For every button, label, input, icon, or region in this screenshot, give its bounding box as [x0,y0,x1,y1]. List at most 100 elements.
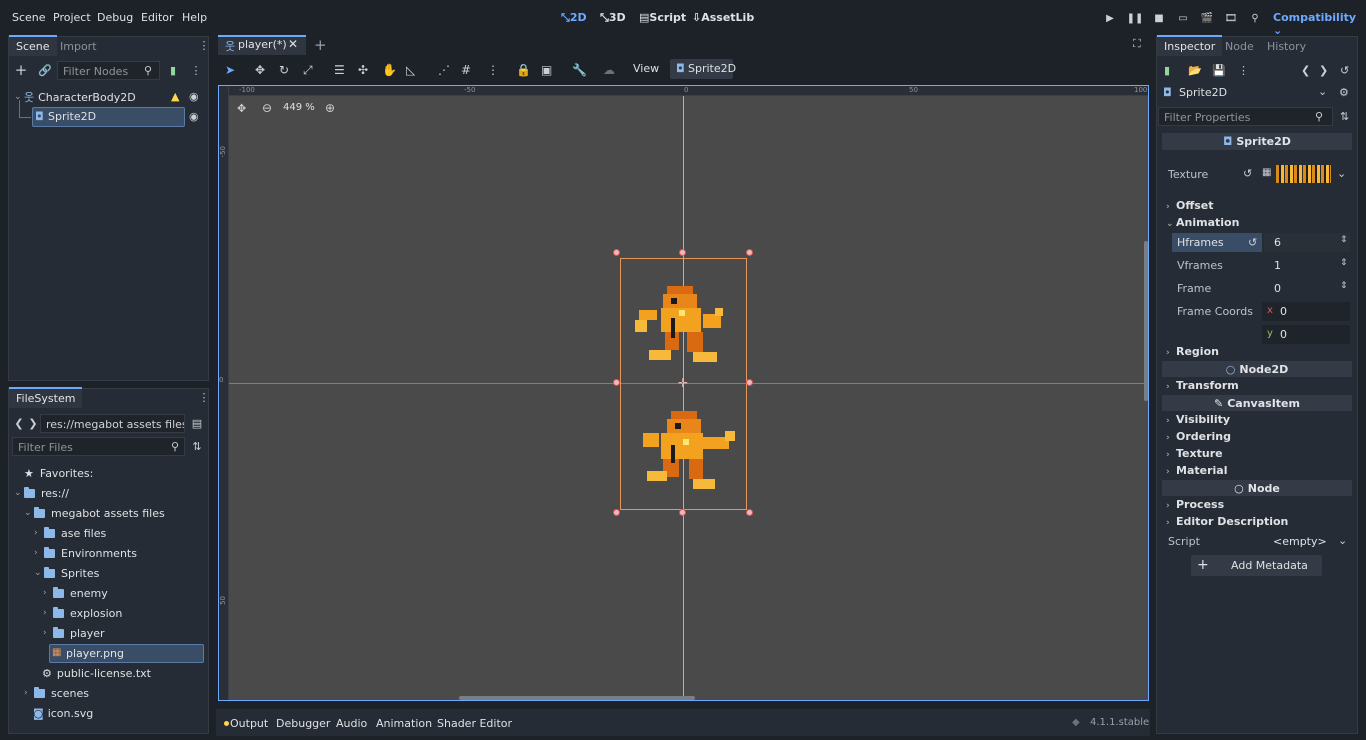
list-select-icon[interactable]: ☰ [334,63,345,77]
frame-coords-x-field[interactable]: x0 [1262,302,1350,321]
zoom-level[interactable]: 449 % [283,102,315,113]
group-icon[interactable]: ▣ [541,63,552,77]
file-public-license[interactable]: ⚙ public-license.txt [42,663,151,683]
scale-tool-icon[interactable]: ⤢ [303,63,313,78]
folder-ase-files[interactable]: › ase files [34,523,106,543]
resize-handle[interactable] [679,509,686,516]
tab-inspector[interactable]: Inspector [1157,35,1223,56]
rotate-tool-icon[interactable]: ↻ [279,63,289,77]
menu-help[interactable]: Help [182,11,207,24]
sort-icon[interactable]: ⇅ [1340,110,1349,123]
dock-menu-icon[interactable]: ⋮ [198,39,210,52]
folder-megabot[interactable]: ⌄ megabot assets files [24,503,165,523]
tab-output[interactable]: Output [230,717,268,730]
category-texture[interactable]: › Texture [1166,447,1223,460]
zoom-out-icon[interactable]: ⊖ [262,101,272,115]
menu-debug[interactable]: Debug [97,11,133,24]
pivot-tool-icon[interactable]: ✣ [358,63,368,77]
category-transform[interactable]: › Transform [1166,379,1239,392]
ruler-tool-icon[interactable]: ◺ [406,63,415,77]
category-ordering[interactable]: › Ordering [1166,430,1231,443]
close-icon[interactable]: ✕ [288,37,298,51]
forward-arrow-icon[interactable]: ❯ [28,417,38,430]
filter-properties-input[interactable]: Filter Properties [1158,107,1333,126]
folder-res[interactable]: ⌄ res:// [14,483,69,503]
view-menu[interactable]: View [633,62,659,75]
filter-files-input[interactable]: Filter Files [12,437,185,456]
open-folder-icon[interactable]: 📂 [1188,64,1202,77]
object-selector[interactable]: ◘ Sprite2D ⌄ [1160,84,1330,102]
particles-icon[interactable]: ☁ [603,63,615,77]
resize-handle[interactable] [679,249,686,256]
resize-handle[interactable] [746,249,753,256]
play-scene-icon[interactable]: 🎬 [1199,10,1215,26]
attach-script-icon[interactable]: ▮ [166,63,180,77]
movie-maker-icon[interactable]: ⚲ [1247,10,1263,26]
pan-tool-icon[interactable]: ✋ [382,63,397,77]
forward-arrow-icon[interactable]: ❯ [1319,64,1328,77]
favorites-row[interactable]: ★ Favorites: [24,463,93,483]
category-process[interactable]: › Process [1166,498,1224,511]
split-mode-icon[interactable]: ▤ [190,416,204,430]
horizontal-ruler[interactable]: -100 -50 0 50 100 [229,86,1148,96]
remote-debug-icon[interactable]: ▭ [1175,10,1191,26]
back-arrow-icon[interactable]: ❮ [1301,64,1310,77]
folder-environments[interactable]: › Environments [34,543,137,563]
category-editor-description[interactable]: › Editor Description [1166,515,1288,528]
path-field[interactable]: res://megabot assets files/Sp [40,414,185,433]
horizontal-scrollbar[interactable] [459,696,695,700]
snap-options-icon[interactable]: ⋮ [487,63,499,77]
workspace-2d-button[interactable]: ⤡2D [561,11,587,25]
menu-project[interactable]: Project [53,11,91,24]
chevron-down-icon[interactable]: ⌄ [1337,167,1346,180]
add-node-icon[interactable]: + [14,61,28,79]
revert-icon[interactable]: ↺ [1243,167,1252,180]
category-animation[interactable]: ⌄ Animation [1166,216,1239,229]
canvas-viewport[interactable]: -100 -50 0 50 100 -50 0 50 ✥ ⊖ 449 % ⊕ ✛ [218,85,1149,701]
vertical-ruler[interactable]: -50 0 50 [219,86,229,700]
tab-audio[interactable]: Audio [336,717,367,730]
frame-coords-y-field[interactable]: y0 [1262,325,1350,344]
texture-preview[interactable] [1276,165,1331,183]
folder-sprites[interactable]: ⌄ Sprites [34,563,99,583]
folder-scenes[interactable]: › scenes [24,683,89,703]
move-tool-icon[interactable]: ✥ [255,63,265,77]
smart-snap-icon[interactable]: ⋰ [438,63,450,77]
back-arrow-icon[interactable]: ❮ [14,417,24,430]
save-icon[interactable]: 💾 [1212,64,1226,77]
center-view-icon[interactable]: ✥ [237,102,246,115]
folder-explosion[interactable]: › explosion [43,603,122,623]
hframes-spinbox[interactable]: 6 ⇕ [1264,233,1350,252]
folder-player[interactable]: › player [43,623,105,643]
add-tab-icon[interactable]: + [314,36,327,54]
pause-icon[interactable]: ❚❚ [1127,10,1144,26]
menu-editor[interactable]: Editor [141,11,174,24]
resize-handle[interactable] [613,379,620,386]
category-visibility[interactable]: › Visibility [1166,413,1230,426]
resize-handle[interactable] [746,379,753,386]
resize-handle[interactable] [746,509,753,516]
revert-icon[interactable]: ↺ [1248,236,1257,249]
object-properties-icon[interactable]: ⚙ [1339,86,1349,99]
zoom-in-icon[interactable]: ⊕ [325,101,335,115]
version-label[interactable]: 4.1.1.stable [1090,717,1149,728]
grid-snap-icon[interactable]: # [461,63,471,77]
sort-icon[interactable]: ⇅ [190,439,204,453]
tab-debugger[interactable]: Debugger [276,717,330,730]
new-resource-icon[interactable]: ▮ [1164,64,1170,77]
add-metadata-button[interactable]: + Add Metadata [1191,555,1322,576]
script-picker[interactable]: <empty> ⌄ [1262,532,1350,551]
tab-animation[interactable]: Animation [376,717,432,730]
tab-import[interactable]: Import [53,35,104,58]
warning-icon[interactable]: ▲ [171,90,179,103]
tab-scene[interactable]: Scene [9,35,57,56]
workspace-script-button[interactable]: ▤Script [639,11,686,24]
dock-menu-icon[interactable]: ⋮ [198,391,210,404]
category-material[interactable]: › Material [1166,464,1227,477]
vertical-scrollbar[interactable] [1144,241,1148,401]
renderer-dropdown[interactable]: Compatibility ⌄ [1273,11,1366,37]
file-icon-svg[interactable]: ◙ icon.svg [33,703,93,723]
inspector-menu-icon[interactable]: ⋮ [1238,64,1249,77]
vframes-spinbox[interactable]: 1 ⇕ [1264,256,1350,275]
workspace-assetlib-button[interactable]: ⇩AssetLib [692,11,754,24]
